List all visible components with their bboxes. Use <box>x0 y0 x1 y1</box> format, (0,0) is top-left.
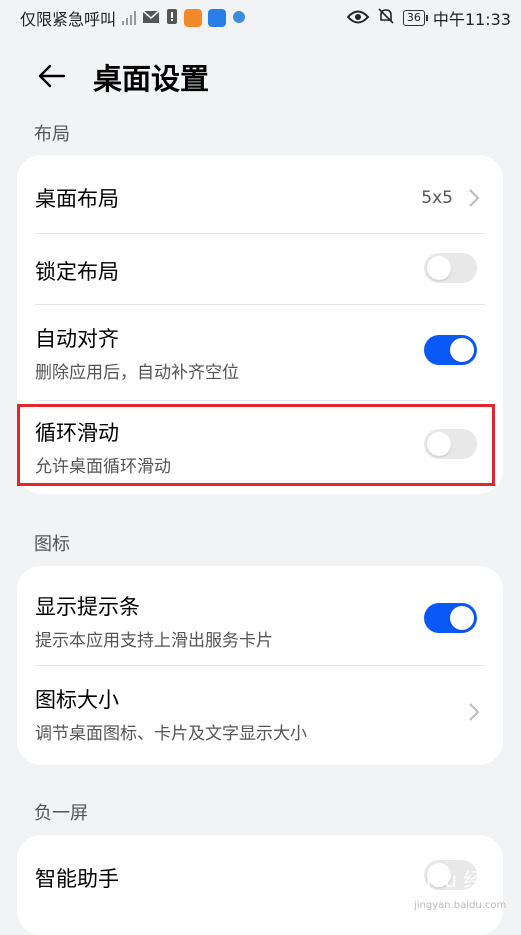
row-title: 桌面布局 <box>35 187 119 211</box>
clock: 中午11:33 <box>432 10 511 29</box>
row-title: 显示提示条 <box>35 595 140 619</box>
toggle-knob <box>427 432 451 456</box>
row-lock-layout: 锁定布局 <box>17 234 503 304</box>
row-value: 5x5 <box>421 188 453 208</box>
emergency-call-text: 仅限紧急呼叫 <box>20 10 117 29</box>
auto-align-toggle[interactable] <box>424 335 477 365</box>
row-title: 锁定布局 <box>35 260 119 284</box>
toggle-knob <box>427 256 451 280</box>
toggle-knob <box>450 338 474 362</box>
section-label-layout: 布局 <box>34 124 70 145</box>
eye-icon <box>346 9 370 28</box>
lock-layout-toggle[interactable] <box>424 253 477 283</box>
status-bar: 仅限紧急呼叫 36 中午11:33 <box>0 0 521 34</box>
row-auto-align: 自动对齐 删除应用后，自动补齐空位 <box>17 305 503 400</box>
back-arrow-icon[interactable] <box>36 60 68 92</box>
app-notification-icon <box>208 9 227 27</box>
row-title: 图标大小 <box>35 688 119 712</box>
row-title: 自动对齐 <box>35 327 119 351</box>
row-title: 循环滑动 <box>35 421 119 445</box>
section-label-icons: 图标 <box>34 534 70 555</box>
row-subtitle: 删除应用后，自动补齐空位 <box>35 363 239 383</box>
section-label-minus-one-screen: 负一屏 <box>34 803 88 824</box>
chevron-right-icon <box>467 702 481 722</box>
app-notification-icon <box>184 9 203 27</box>
alert-icon <box>166 7 178 29</box>
battery-icon: 36 <box>402 10 428 26</box>
cyclic-scroll-toggle[interactable] <box>424 429 477 459</box>
row-show-hint-bar: 显示提示条 提示本应用支持上滑出服务卡片 <box>17 566 503 665</box>
layout-card: 桌面布局 5x5 锁定布局 自动对齐 删除应用后，自动补齐空位 循环滑动 允许桌… <box>17 155 503 494</box>
row-desktop-layout[interactable]: 桌面布局 5x5 <box>17 155 503 233</box>
chevron-right-icon <box>467 188 481 208</box>
icons-card: 显示提示条 提示本应用支持上滑出服务卡片 图标大小 调节桌面图标、卡片及文字显示… <box>17 566 503 765</box>
hint-bar-toggle[interactable] <box>424 603 477 633</box>
row-subtitle: 调节桌面图标、卡片及文字显示大小 <box>35 724 307 744</box>
page-title: 桌面设置 <box>93 62 210 96</box>
row-title: 智能助手 <box>35 867 119 891</box>
dot-icon <box>232 9 246 28</box>
toggle-knob <box>450 606 474 630</box>
row-icon-size[interactable]: 图标大小 调节桌面图标、卡片及文字显示大小 <box>17 666 503 765</box>
mute-bell-icon <box>377 7 395 29</box>
baidu-watermark-url: jingyan.baidu.com <box>414 900 507 911</box>
no-signal-icon <box>122 11 137 25</box>
row-subtitle: 允许桌面循环滑动 <box>35 457 171 477</box>
row-subtitle: 提示本应用支持上滑出服务卡片 <box>35 631 273 651</box>
row-cyclic-scroll: 循环滑动 允许桌面循环滑动 <box>17 401 503 494</box>
header: 桌面设置 <box>0 46 521 106</box>
mail-icon <box>142 9 160 28</box>
